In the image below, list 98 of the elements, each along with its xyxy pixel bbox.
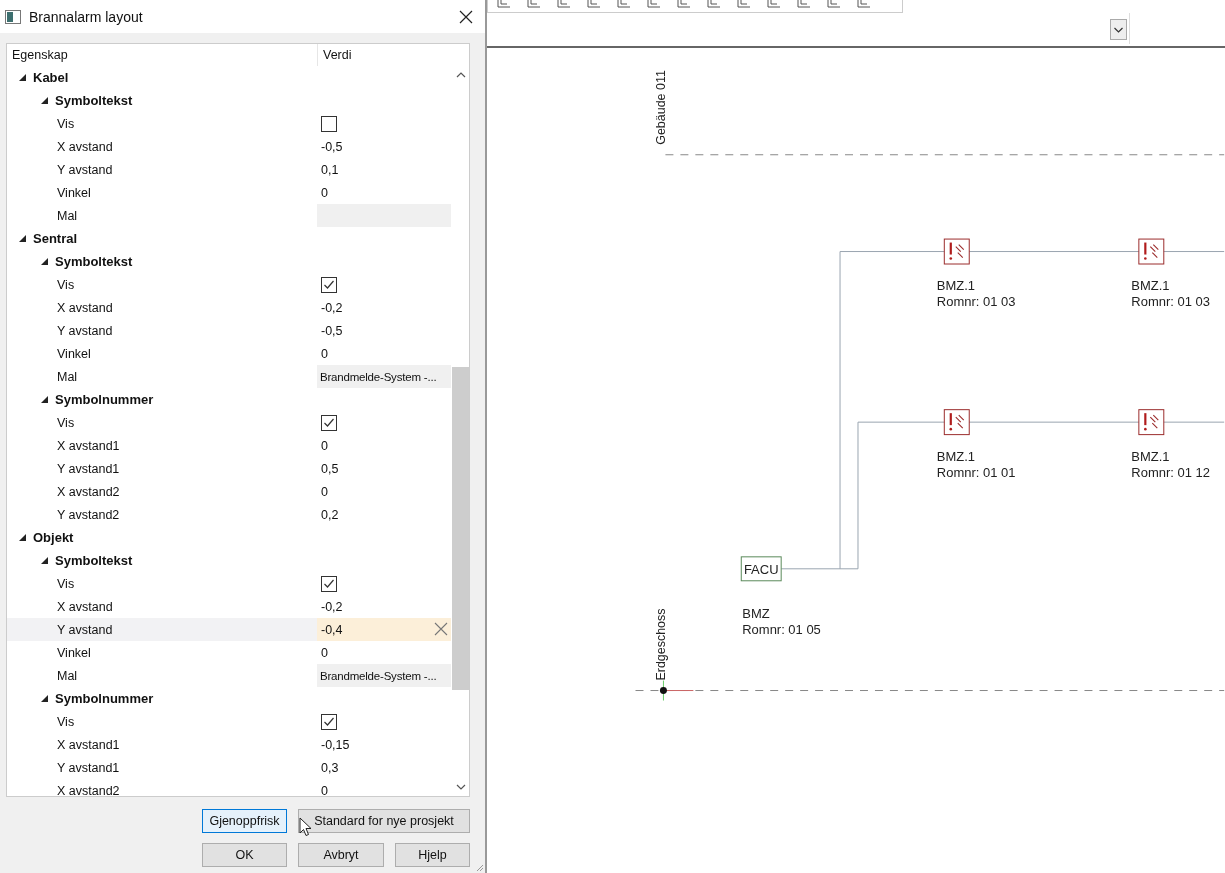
level-label: Erdgeschoss xyxy=(654,608,669,681)
property-value: 0,3 xyxy=(321,760,339,775)
scrollbar-thumb[interactable] xyxy=(452,367,469,690)
property-label[interactable]: X avstand2 xyxy=(7,779,317,796)
clear-icon[interactable] xyxy=(434,622,448,636)
origin-marker xyxy=(659,679,694,701)
room-label: Romnr: 01 01 xyxy=(936,464,1016,480)
property-value: 0,2 xyxy=(321,507,339,522)
category-label: Symboltekst xyxy=(55,93,133,108)
property-label[interactable]: X avstand1 xyxy=(7,733,317,756)
device-name: BMZ xyxy=(742,605,770,621)
checkbox[interactable] xyxy=(321,713,337,730)
property-label[interactable]: X avstand1 xyxy=(7,434,317,457)
dialog-button[interactable]: Hjelp xyxy=(395,843,470,867)
property-label[interactable]: Y avstand xyxy=(7,319,317,342)
property-label[interactable]: Vinkel xyxy=(7,181,317,204)
property-label[interactable]: Y avstand xyxy=(7,158,317,181)
property-label[interactable]: Vis xyxy=(7,273,317,296)
window-icon xyxy=(5,9,21,24)
template-field[interactable]: Brandmelde-System -... xyxy=(317,664,451,687)
category-label: Objekt xyxy=(33,530,74,545)
property-value: -0,5 xyxy=(321,323,343,338)
expander-icon[interactable] xyxy=(18,533,27,542)
expander-icon[interactable] xyxy=(18,73,27,82)
checkbox[interactable] xyxy=(321,575,337,592)
category-label: Symbolnummer xyxy=(55,392,154,407)
property-value: -0,2 xyxy=(321,300,343,315)
column-header: Egenskap xyxy=(7,44,318,66)
category-label: Symboltekst xyxy=(55,254,133,269)
dialog-button[interactable]: Avbryt xyxy=(298,843,384,867)
property-value: 0,5 xyxy=(321,461,339,476)
property-label[interactable]: Y avstand xyxy=(7,618,317,641)
fire-detector-icon[interactable] xyxy=(943,409,970,435)
checkbox[interactable] xyxy=(321,276,337,293)
property-label[interactable]: Mal xyxy=(7,664,317,687)
scroll-down-icon[interactable] xyxy=(455,784,466,790)
property-label[interactable]: Vis xyxy=(7,411,317,434)
level-label: Gebäude 011 xyxy=(654,70,669,145)
expander-icon[interactable] xyxy=(40,96,49,105)
edit-field[interactable]: -0,4 xyxy=(317,618,451,641)
fire-detector-icon[interactable] xyxy=(1138,409,1165,435)
category-label: Sentral xyxy=(33,231,78,246)
property-label[interactable]: Mal xyxy=(7,365,317,388)
property-label[interactable]: Y avstand1 xyxy=(7,457,317,480)
property-value: 0 xyxy=(321,645,328,660)
category-label: Kabel xyxy=(33,70,69,85)
property-value: 0,1 xyxy=(321,162,339,177)
property-value: 0 xyxy=(321,185,328,200)
property-label[interactable]: Mal xyxy=(7,204,317,227)
checkbox[interactable] xyxy=(321,115,337,132)
expander-icon[interactable] xyxy=(40,694,49,703)
template-field[interactable]: Brandmelde-System -... xyxy=(317,365,451,388)
fire-detector-icon[interactable] xyxy=(1138,238,1165,265)
window-title: Brannalarm layout xyxy=(29,8,144,25)
control-unit-symbol[interactable]: FACU xyxy=(740,556,782,582)
device-name: BMZ.1 xyxy=(936,448,975,464)
property-value: 0 xyxy=(321,783,328,796)
room-label: Romnr: 01 03 xyxy=(936,294,1016,310)
property-value: -0,5 xyxy=(321,139,343,154)
property-value: 0 xyxy=(321,438,328,453)
property-label[interactable]: Vis xyxy=(7,572,317,595)
property-label[interactable]: Vinkel xyxy=(7,641,317,664)
property-label[interactable]: X avstand2 xyxy=(7,480,317,503)
category-label: Symboltekst xyxy=(55,553,133,568)
property-label[interactable]: Y avstand1 xyxy=(7,756,317,779)
fire-detector-icon[interactable] xyxy=(943,238,970,265)
property-label[interactable]: Vis xyxy=(7,710,317,733)
dialog-button[interactable]: Standard for nye prosjekt xyxy=(298,809,470,833)
property-label[interactable]: X avstand xyxy=(7,135,317,158)
close-icon[interactable] xyxy=(459,9,473,24)
property-label[interactable]: Y avstand2 xyxy=(7,503,317,526)
expander-icon[interactable] xyxy=(40,556,49,565)
mouse-cursor-icon xyxy=(299,817,312,837)
expander-icon[interactable] xyxy=(40,257,49,266)
resize-grip-icon[interactable] xyxy=(476,864,484,872)
checkbox[interactable] xyxy=(321,414,337,431)
property-value: -0,2 xyxy=(321,599,343,614)
expander-icon[interactable] xyxy=(18,234,27,243)
dialog-button[interactable]: OK xyxy=(202,843,287,867)
property-label[interactable]: X avstand xyxy=(7,595,317,618)
room-label: Romnr: 01 03 xyxy=(1131,294,1210,310)
device-name: BMZ.1 xyxy=(936,278,975,294)
room-label: Romnr: 01 12 xyxy=(1131,464,1210,480)
property-label[interactable]: Vinkel xyxy=(7,342,317,365)
column-header: Verdi xyxy=(322,48,352,62)
property-value: 0 xyxy=(321,346,328,361)
property-label[interactable]: Vis xyxy=(7,112,317,135)
scroll-up-icon[interactable] xyxy=(455,72,466,78)
property-value: -0,15 xyxy=(321,737,350,752)
room-label: Romnr: 01 05 xyxy=(742,621,821,637)
dropdown-button-icon[interactable] xyxy=(1110,18,1127,40)
property-value: 0 xyxy=(321,484,328,499)
category-label: Symbolnummer xyxy=(55,691,154,706)
device-name: BMZ.1 xyxy=(1131,278,1170,294)
dialog-button[interactable]: Gjenoppfrisk xyxy=(202,809,287,833)
expander-icon[interactable] xyxy=(40,395,49,404)
property-label[interactable]: X avstand xyxy=(7,296,317,319)
device-name: BMZ.1 xyxy=(1131,448,1170,464)
